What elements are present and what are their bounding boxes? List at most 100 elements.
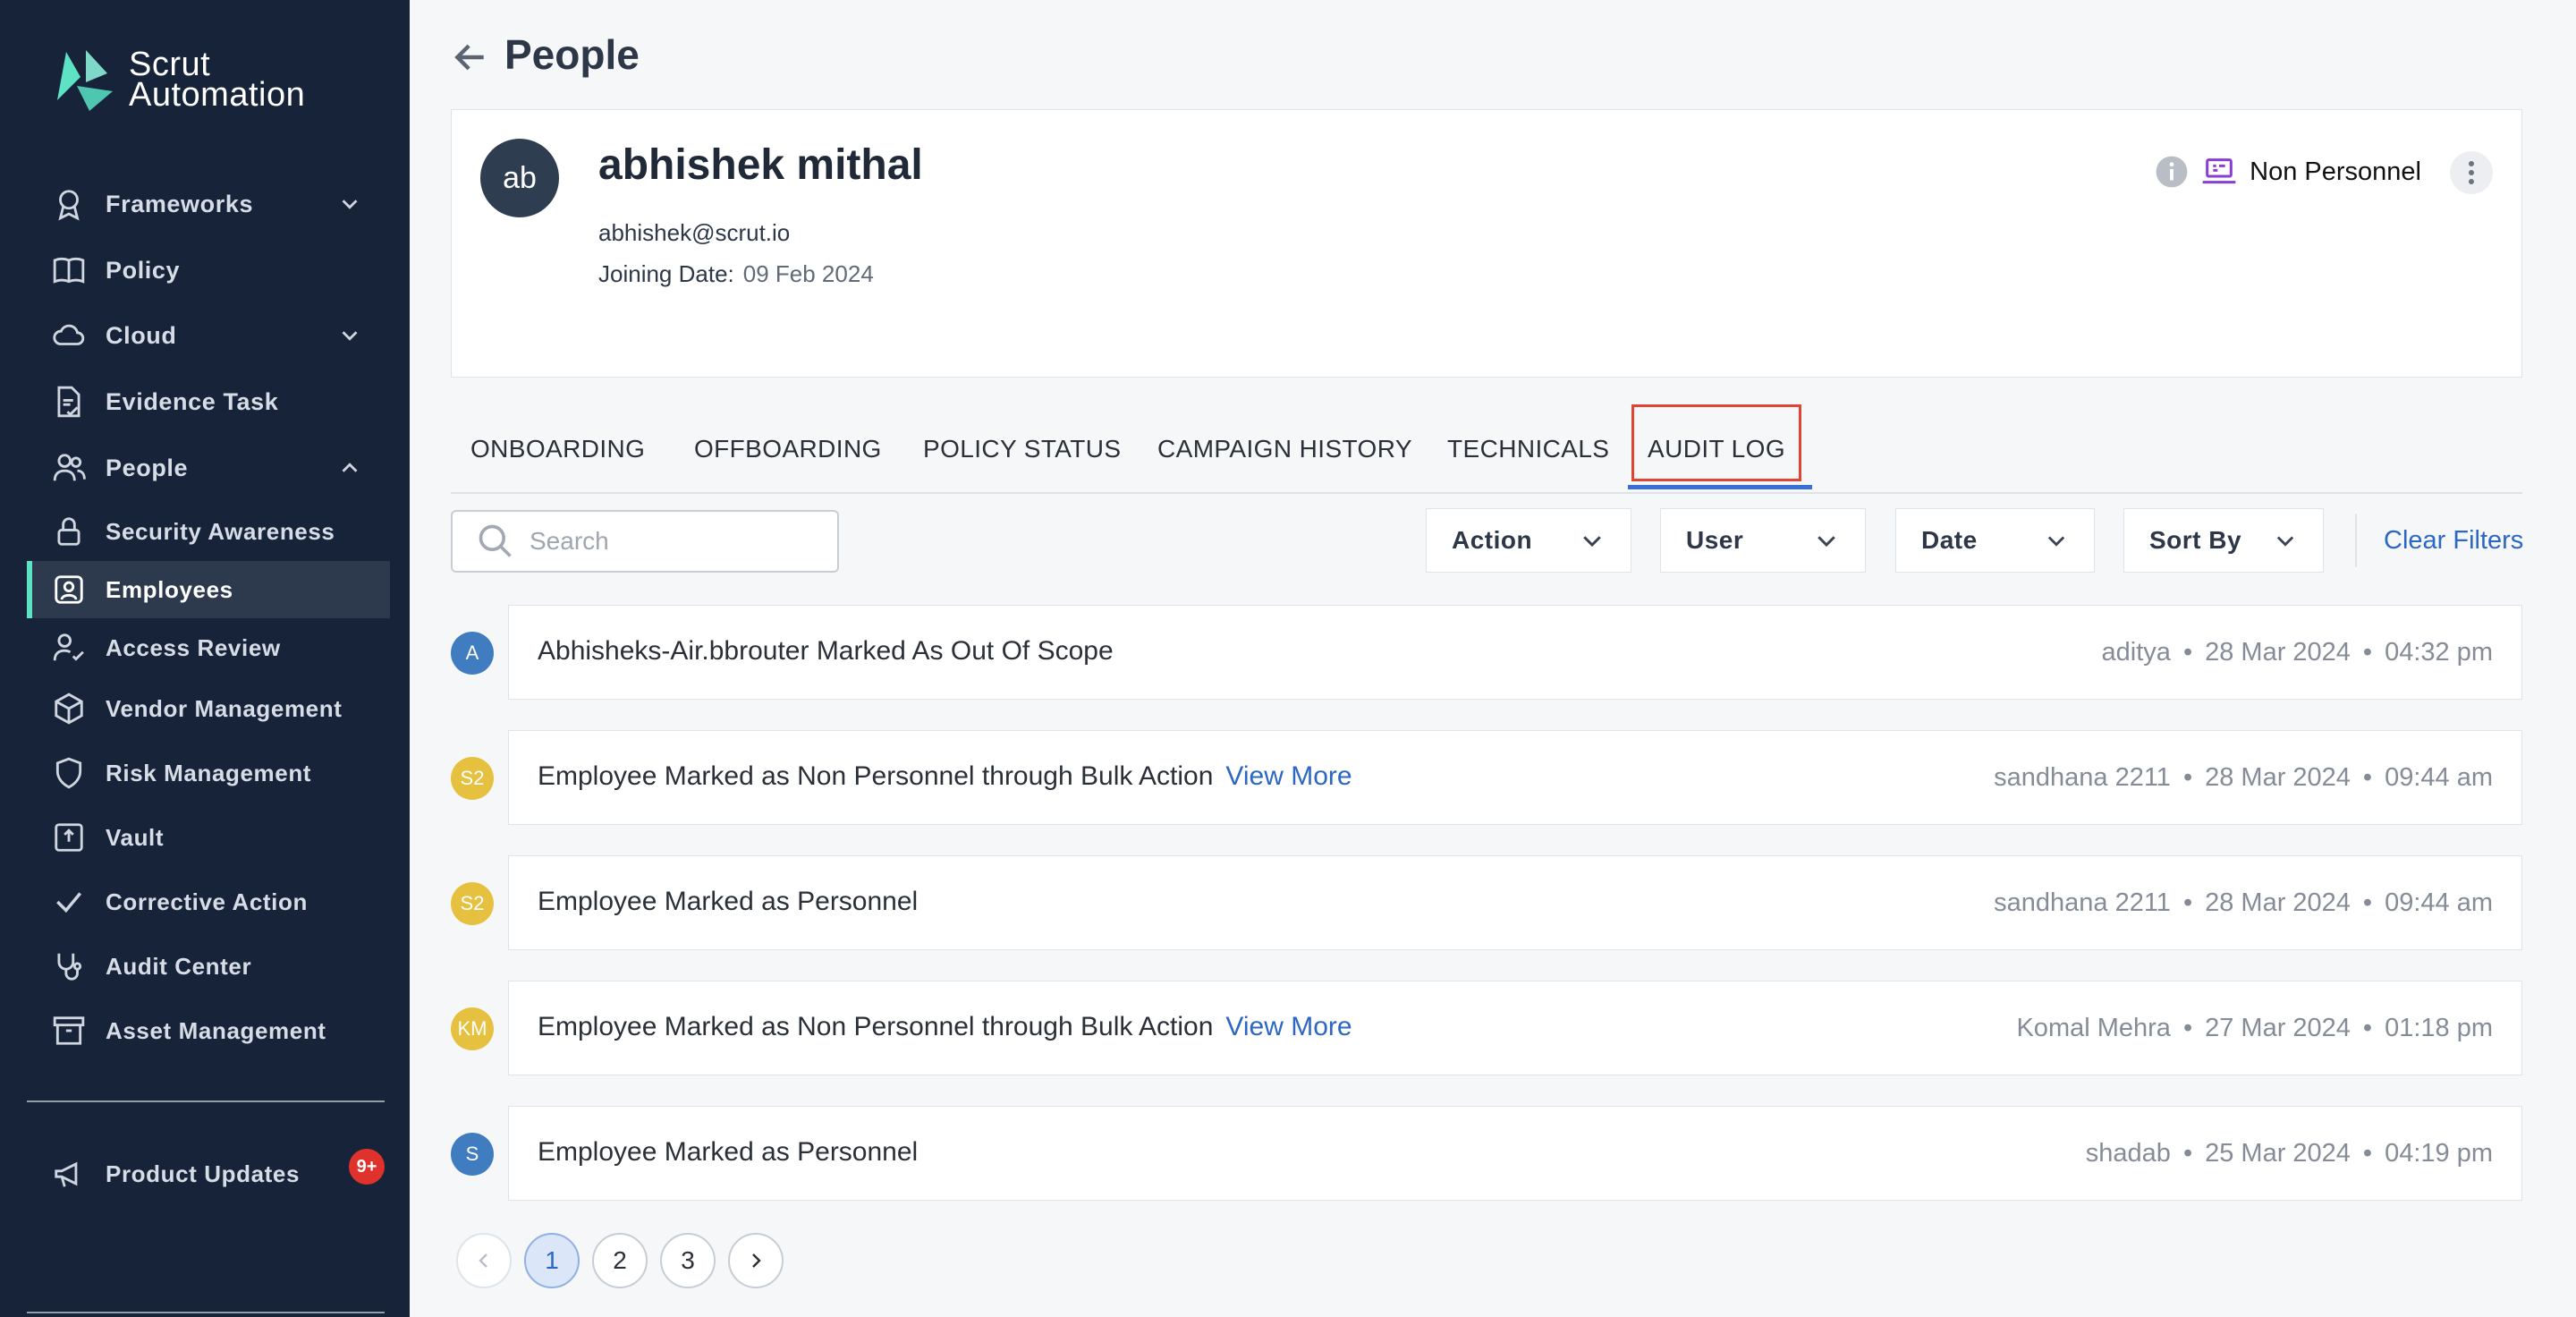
document-check-icon [57, 386, 80, 418]
log-user: aditya [2101, 638, 2171, 667]
log-user: sandhana 2211 [1994, 888, 2171, 917]
back-arrow-icon[interactable] [451, 38, 490, 77]
sidebar-divider-bottom [27, 1312, 385, 1313]
log-text: Employee Marked as Personnel [538, 1137, 919, 1167]
tab-campaign-history[interactable]: CAMPAIGN HISTORY [1157, 435, 1412, 463]
sidebar-item-corrective-action[interactable]: Corrective Action [52, 875, 308, 929]
log-user: shadab [2085, 1139, 2171, 1168]
log-row: Abhisheks-Air.bbrouter Marked As Out Of … [508, 605, 2522, 700]
user-filter-dropdown[interactable]: User [1660, 508, 1866, 573]
tab-onboarding[interactable]: ONBOARDING [470, 435, 645, 463]
clear-filters-link[interactable]: Clear Filters [2384, 526, 2523, 556]
log-text: Abhisheks-Air.bbrouter Marked As Out Of … [538, 636, 1114, 666]
laptop-icon [2202, 158, 2236, 184]
sidebar-item-risk-management[interactable]: Risk Management [52, 746, 311, 800]
check-icon [56, 892, 82, 913]
log-user-avatar: A [451, 632, 494, 675]
stethoscope-icon [57, 953, 82, 981]
next-page-button[interactable] [728, 1233, 784, 1288]
view-more-link[interactable]: View More [1225, 761, 1352, 791]
sidebar-item-label: Evidence Task [106, 387, 279, 415]
scrut-logo-icon [57, 50, 113, 111]
chevron-up-icon[interactable] [336, 455, 363, 481]
sidebar-item-vendor-management[interactable]: Vendor Management [52, 682, 342, 735]
sidebar-item-label: Asset Management [106, 1016, 326, 1044]
log-user-avatar: S2 [451, 757, 494, 800]
meta-separator: • [2182, 1014, 2193, 1042]
tab-bar: ONBOARDING OFFBOARDING POLICY STATUS CAM… [451, 403, 2522, 494]
active-tab-underline [1628, 485, 1812, 489]
search-box[interactable] [451, 510, 839, 573]
more-options-button[interactable] [2450, 151, 2493, 194]
shield-icon [55, 757, 82, 789]
personnel-type-label: Non Personnel [2250, 157, 2421, 186]
sidebar-item-employees[interactable]: Employees [52, 563, 233, 616]
sidebar-item-vault[interactable]: Vault [52, 811, 164, 864]
chevron-right-icon [752, 1253, 761, 1268]
view-more-link[interactable]: View More [1225, 1012, 1352, 1041]
date-filter-dropdown[interactable]: Date [1895, 508, 2095, 573]
sidebar-item-label: Frameworks [106, 190, 254, 217]
tab-policy-status[interactable]: POLICY STATUS [923, 435, 1121, 463]
meta-separator: • [2362, 1139, 2373, 1168]
sidebar-item-label: Cloud [106, 321, 177, 349]
meta-separator: • [2362, 888, 2373, 917]
sidebar-item-audit-center[interactable]: Audit Center [52, 939, 251, 993]
sidebar-item-access-review[interactable]: Access Review [52, 621, 281, 675]
chevron-down-icon[interactable] [336, 191, 363, 217]
log-time: 04:32 pm [2385, 638, 2493, 667]
tab-audit-log[interactable]: AUDIT LOG [1648, 435, 1785, 463]
log-date: 28 Mar 2024 [2205, 888, 2351, 917]
sidebar-item-policy[interactable]: Policy [52, 243, 180, 297]
chevron-down-icon [1818, 536, 1835, 548]
avatar: ab [480, 139, 559, 217]
chevron-down-icon [2276, 536, 2294, 547]
filter-separator [2355, 514, 2357, 567]
chevron-down-icon[interactable] [336, 322, 363, 349]
log-time: 01:18 pm [2385, 1014, 2493, 1042]
log-date: 25 Mar 2024 [2205, 1139, 2351, 1168]
user-check-icon [53, 633, 84, 661]
sidebar-item-frameworks[interactable]: Frameworks [52, 177, 358, 231]
sidebar-item-evidence-task[interactable]: Evidence Task [52, 375, 278, 429]
sidebar-item-product-updates[interactable]: Product Updates [52, 1147, 300, 1201]
info-icon[interactable] [2155, 155, 2189, 189]
page-button-1[interactable]: 1 [524, 1233, 580, 1288]
user-filter-label: User [1686, 526, 1744, 554]
page-title: People [504, 31, 640, 78]
log-row: Employee Marked as Non Personnel through… [508, 730, 2522, 825]
award-icon [58, 190, 80, 221]
log-row: Employee Marked as Personnel shadab • 25 M… [508, 1106, 2522, 1201]
page-button-2[interactable]: 2 [592, 1233, 648, 1288]
log-time: 09:44 am [2385, 888, 2493, 917]
joining-date-value: 09 Feb 2024 [742, 260, 874, 287]
sidebar-item-people[interactable]: People [52, 441, 358, 495]
meta-separator: • [2182, 1139, 2193, 1168]
sidebar-item-label: People [106, 454, 189, 481]
date-filter-label: Date [1921, 526, 1978, 554]
meta-separator: • [2362, 1014, 2373, 1042]
sidebar-item-label: Access Review [106, 633, 281, 661]
prev-page-button[interactable] [456, 1233, 512, 1288]
log-time: 04:19 pm [2385, 1139, 2493, 1168]
log-date: 27 Mar 2024 [2205, 1014, 2351, 1042]
sidebar-item-cloud[interactable]: Cloud [52, 309, 358, 362]
sidebar-item-asset-management[interactable]: Asset Management [52, 1004, 326, 1058]
log-text: Employee Marked as Non Personnel through… [538, 761, 1214, 791]
logo-line2: Automation [129, 76, 306, 114]
log-text: Employee Marked as Personnel [538, 887, 919, 916]
log-user-avatar: S [451, 1133, 494, 1176]
page-button-3[interactable]: 3 [660, 1233, 716, 1288]
sidebar-item-label: Employees [106, 575, 233, 603]
tab-technicals[interactable]: TECHNICALS [1447, 435, 1609, 463]
personnel-type: Non Personnel [2155, 155, 2421, 189]
sidebar-item-security-awareness[interactable]: Security Awareness [52, 505, 335, 558]
tab-offboarding[interactable]: OFFBOARDING [694, 435, 882, 463]
users-icon [53, 454, 86, 481]
kebab-menu-icon [2469, 161, 2474, 184]
scrut-logo[interactable]: Scrut Automation [50, 47, 305, 113]
chevron-down-icon [2047, 536, 2065, 547]
action-filter-dropdown[interactable]: Action [1426, 508, 1631, 573]
sort-by-dropdown[interactable]: Sort By [2123, 508, 2324, 573]
search-input[interactable] [528, 526, 818, 557]
